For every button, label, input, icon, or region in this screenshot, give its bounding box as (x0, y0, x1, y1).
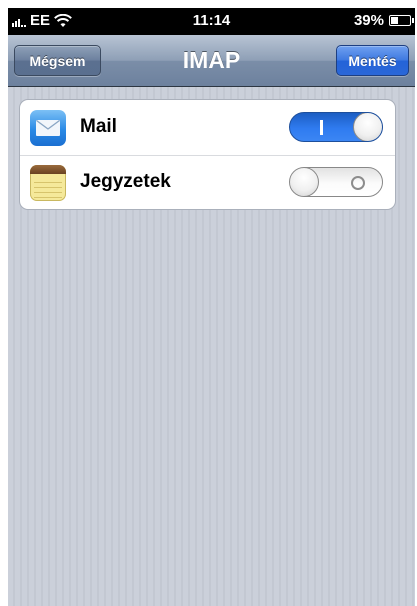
status-right: 39% (353, 12, 414, 29)
toggle-knob (353, 113, 382, 141)
notes-toggle[interactable] (289, 167, 383, 197)
mail-toggle[interactable] (289, 112, 383, 142)
settings-row-notes: Jegyzetek (20, 155, 395, 209)
settings-content: Mail Jegyzetek (8, 87, 415, 606)
toggle-on-glyph (320, 120, 323, 135)
battery-percent: 39% (353, 12, 384, 29)
battery-fill (391, 17, 398, 24)
save-button[interactable]: Mentés (336, 45, 409, 76)
settings-row-label: Mail (80, 116, 117, 137)
battery-icon (389, 15, 414, 26)
notes-icon (30, 165, 66, 201)
status-bar: EE 11:14 39% (8, 8, 415, 35)
settings-group: Mail Jegyzetek (19, 99, 396, 210)
settings-row-mail: Mail (20, 100, 395, 156)
toggle-knob (290, 168, 319, 196)
settings-row-label: Jegyzetek (80, 171, 171, 192)
toggle-off-glyph (351, 176, 365, 190)
mail-icon (30, 110, 66, 146)
navigation-bar: Mégsem IMAP Mentés (8, 35, 415, 87)
